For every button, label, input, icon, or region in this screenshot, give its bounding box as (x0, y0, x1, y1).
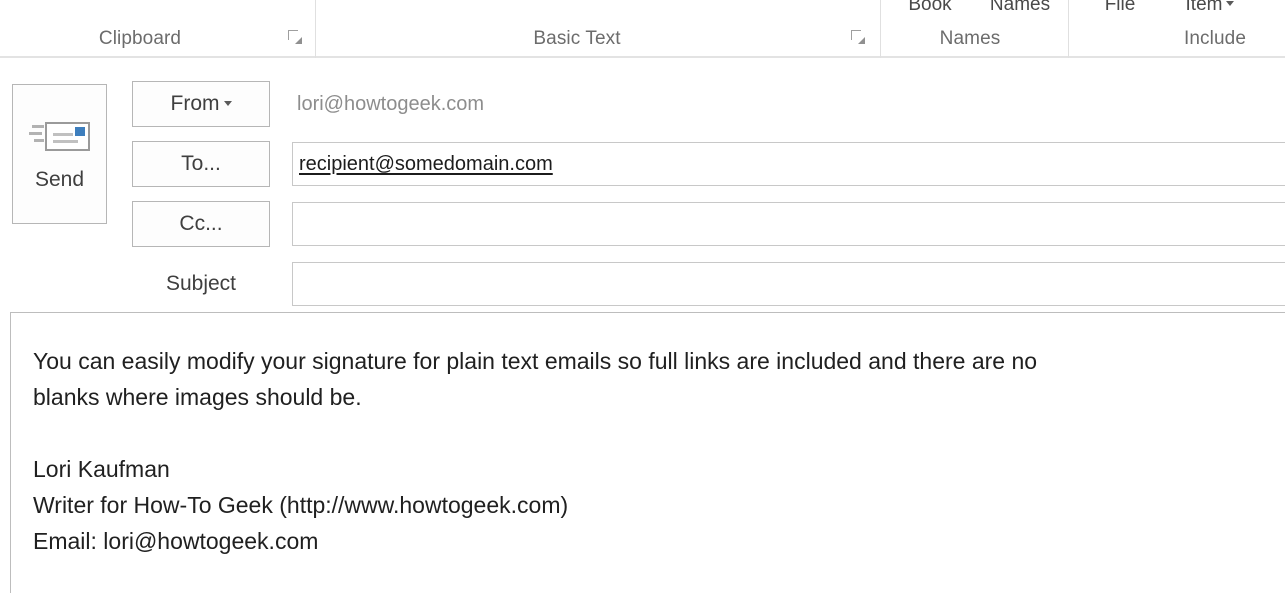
ribbon-strip: Book Names File Item Clipboard Basic Tex… (0, 0, 1285, 58)
ribbon-command-label: Names (989, 0, 1051, 15)
cc-button-label: Cc... (179, 212, 223, 235)
cc-button[interactable]: Cc... (132, 201, 270, 247)
ribbon-group-divider-2 (880, 0, 881, 58)
ribbon-group-divider-1 (315, 0, 316, 58)
ribbon-group-label-clipboard: Clipboard (98, 28, 182, 49)
signature-line: Writer for How-To Geek (http://www.howto… (33, 492, 569, 518)
ribbon-command-check-names[interactable]: Names (975, 0, 1065, 16)
ribbon-command-label: File (1104, 0, 1136, 15)
from-button-label: From (170, 92, 220, 115)
to-button[interactable]: To... (132, 141, 270, 187)
signature-line: Email: lori@howtogeek.com (33, 528, 319, 554)
cc-input[interactable] (292, 202, 1285, 246)
basic-text-dialog-launcher-icon[interactable] (851, 30, 865, 44)
signature-line: Lori Kaufman (33, 456, 170, 482)
to-input[interactable]: recipient@somedomain.com (292, 142, 1285, 186)
message-body-editor[interactable]: You can easily modify your signature for… (10, 312, 1285, 593)
to-button-label: To... (181, 152, 221, 175)
body-paragraph-line: blanks where images should be. (33, 384, 362, 410)
ribbon-group-label-basic-text: Basic Text (533, 28, 621, 49)
body-blank-line (33, 415, 1271, 451)
chevron-down-icon (1226, 1, 1235, 7)
ribbon-command-label: Book (908, 0, 952, 15)
subject-label: Subject (165, 272, 237, 295)
ribbon-command-address-book[interactable]: Book (890, 0, 970, 16)
to-recipient-token: recipient@somedomain.com (299, 152, 553, 175)
from-address-value: lori@howtogeek.com (297, 93, 485, 115)
body-paragraph-line: You can easily modify your signature for… (33, 348, 1038, 374)
chevron-down-icon (223, 100, 232, 106)
ribbon-command-attach-file[interactable]: File (1090, 0, 1150, 16)
send-button-label: Send (34, 168, 85, 191)
send-envelope-icon (28, 116, 91, 156)
ribbon-command-attach-item[interactable]: Item (1165, 0, 1255, 16)
from-button[interactable]: From (132, 81, 270, 127)
subject-input[interactable] (292, 262, 1285, 306)
ribbon-group-divider-3 (1068, 0, 1069, 58)
ribbon-command-label: Item (1185, 0, 1223, 15)
clipboard-dialog-launcher-icon[interactable] (288, 30, 302, 44)
ribbon-group-label-names: Names (939, 28, 1001, 49)
send-button[interactable]: Send (12, 84, 107, 224)
ribbon-group-label-include: Include (1184, 28, 1246, 49)
